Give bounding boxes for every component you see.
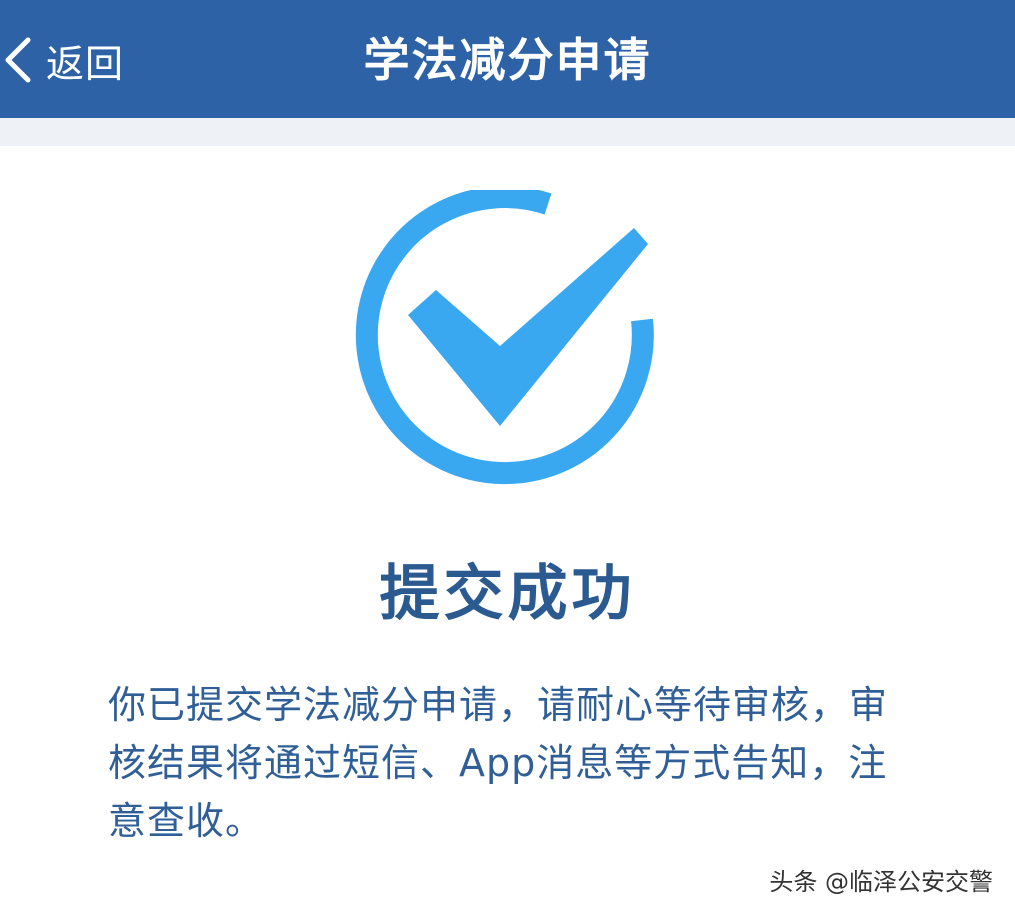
check-circle-icon [355,190,654,485]
header-spacer [0,118,1015,146]
app-header: 返回 学法减分申请 [0,0,1015,118]
watermark-text: 头条 @临泽公安交警 [769,868,993,896]
result-title: 提交成功 [379,559,636,629]
page-title: 学法减分申请 [363,33,652,87]
result-message: 你已提交学法减分申请，请耐心等待审核，审核结果将通过短信、App消息等方式告知，… [108,683,889,843]
